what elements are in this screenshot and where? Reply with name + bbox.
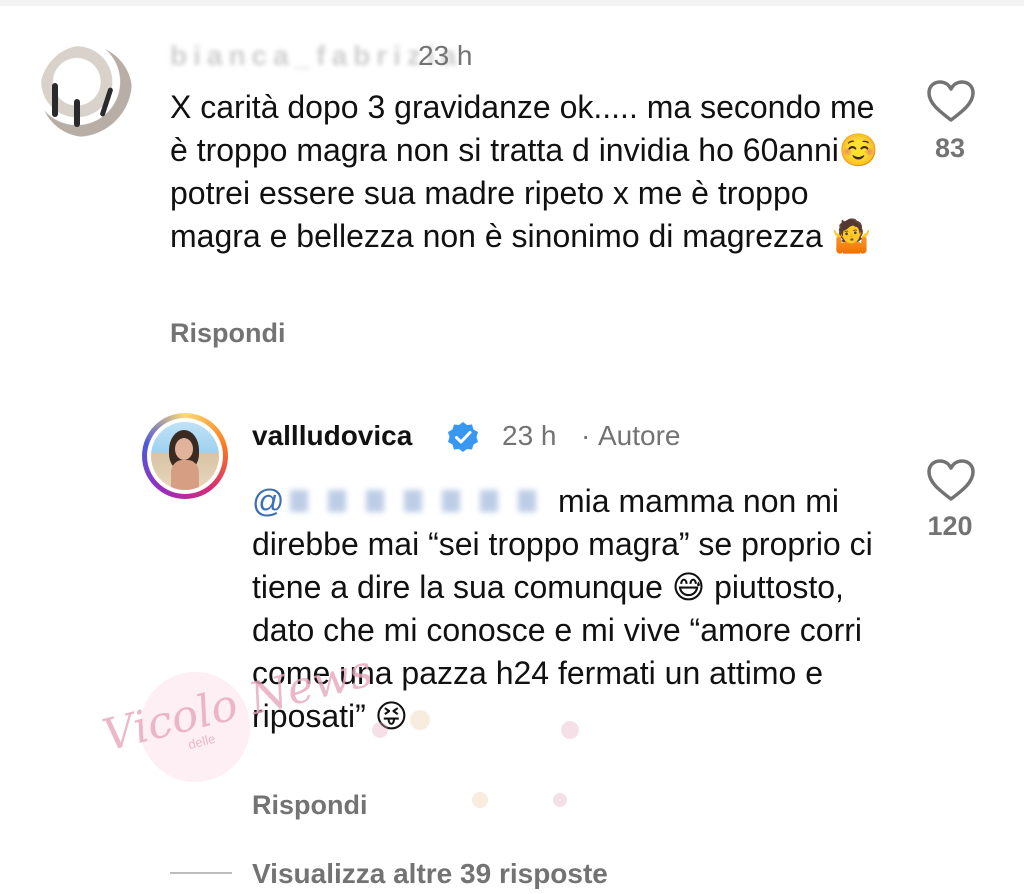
comment-timestamp: 23 h [418,40,473,71]
replies-divider-line [170,872,232,874]
reply-button[interactable]: Rispondi [170,313,286,353]
author-username[interactable]: vallludovica [252,418,412,454]
heart-outline-icon[interactable] [925,457,977,503]
photo-face [175,438,193,460]
separator-dot: · [581,420,591,451]
like-count: 120 [927,511,973,541]
author-avatar[interactable] [142,413,228,499]
view-more-replies-button[interactable]: Visualizza altre 39 risposte [252,854,608,894]
commenter-avatar[interactable] [40,45,132,137]
comment-text: X carità dopo 3 gravidanze ok..... ma se… [170,89,879,254]
author-label: Autore [598,420,681,451]
reply-timestamp: 23 h [502,420,557,451]
avatar-stroke [74,99,80,127]
watermark-decoration [372,710,579,808]
heart-outline-icon[interactable] [925,78,977,124]
photo-body [171,460,199,490]
reply-button[interactable]: Rispondi [252,785,368,825]
verified-badge-icon [448,422,478,452]
top-divider [0,0,1024,6]
profile-photo [151,422,219,490]
avatar-stroke [52,83,58,117]
avatar-stroke [99,86,114,118]
like-count: 83 [934,133,966,163]
